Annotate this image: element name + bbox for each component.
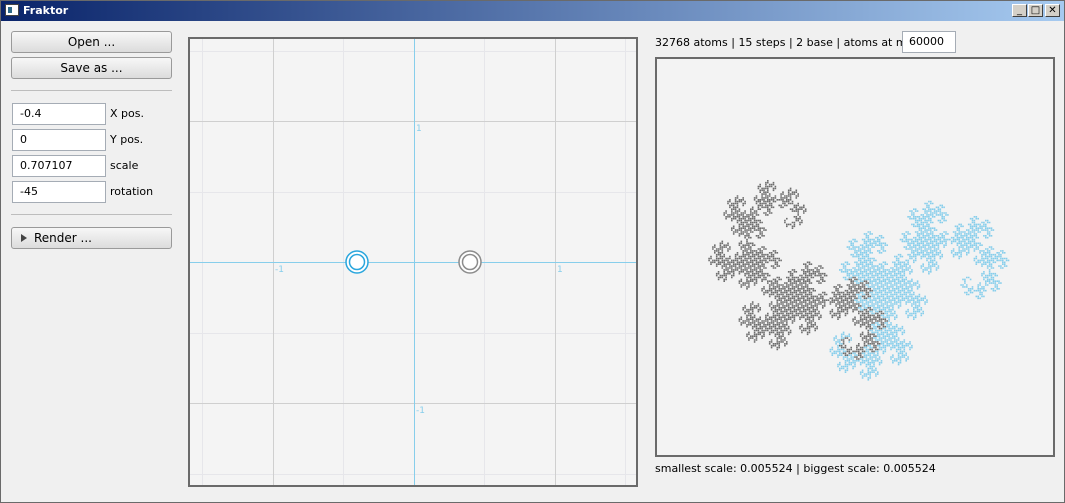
y-pos-input[interactable]: 0 <box>12 129 106 151</box>
fractal-preview <box>655 57 1055 457</box>
transform-handle[interactable] <box>458 250 482 274</box>
render-button[interactable]: Render ... <box>11 227 172 249</box>
selected-transform-handle[interactable] <box>345 250 369 274</box>
app-window: Fraktor _ □ ✕ Open ... Save as ... -0.4 … <box>0 0 1065 503</box>
biggest-scale-value: 0.005524 <box>883 462 936 475</box>
x-pos-tick-label: 1 <box>557 265 563 275</box>
render-info: 32768 atoms | 15 steps | 2 base | atoms … <box>655 36 928 49</box>
scale-input[interactable]: 0.707107 <box>12 155 106 177</box>
fractal-render <box>708 180 1010 381</box>
x-pos-label: X pos. <box>110 107 144 120</box>
x-neg-tick-label: -1 <box>275 265 284 275</box>
smallest-scale-label: smallest scale: <box>655 462 737 475</box>
editor-axes <box>190 39 636 485</box>
save-as-button[interactable]: Save as ... <box>11 57 172 79</box>
transform-editor-canvas[interactable]: -1 1 1 -1 <box>188 37 638 487</box>
x-pos-input[interactable]: -0.4 <box>12 103 106 125</box>
scale-info: smallest scale: 0.005524 | biggest scale… <box>655 462 936 475</box>
steps-count: 15 steps <box>738 36 786 49</box>
app-icon <box>5 4 19 16</box>
maximize-button[interactable]: □ <box>1028 4 1043 17</box>
y-pos-label: Y pos. <box>110 133 144 146</box>
scale-label: scale <box>110 159 139 172</box>
biggest-scale-label: biggest scale: <box>803 462 880 475</box>
base-count: 2 base <box>796 36 833 49</box>
close-button[interactable]: ✕ <box>1045 4 1060 17</box>
minimize-button[interactable]: _ <box>1012 4 1027 17</box>
sidebar-separator <box>11 90 172 91</box>
sidebar-separator <box>11 214 172 215</box>
expand-arrow-icon <box>21 234 27 242</box>
rotation-label: rotation <box>110 185 154 198</box>
open-button[interactable]: Open ... <box>11 31 172 53</box>
smallest-scale-value: 0.005524 <box>740 462 793 475</box>
render-button-label: Render ... <box>34 231 92 245</box>
rotation-input[interactable]: -45 <box>12 181 106 203</box>
y-pos-tick-label: 1 <box>416 124 422 134</box>
atoms-count: 32768 atoms <box>655 36 728 49</box>
title-bar[interactable]: Fraktor _ □ ✕ <box>1 1 1064 21</box>
y-neg-tick-label: -1 <box>416 406 425 416</box>
window-title: Fraktor <box>23 4 69 17</box>
atoms-at-most-input[interactable]: 60000 <box>902 31 956 53</box>
